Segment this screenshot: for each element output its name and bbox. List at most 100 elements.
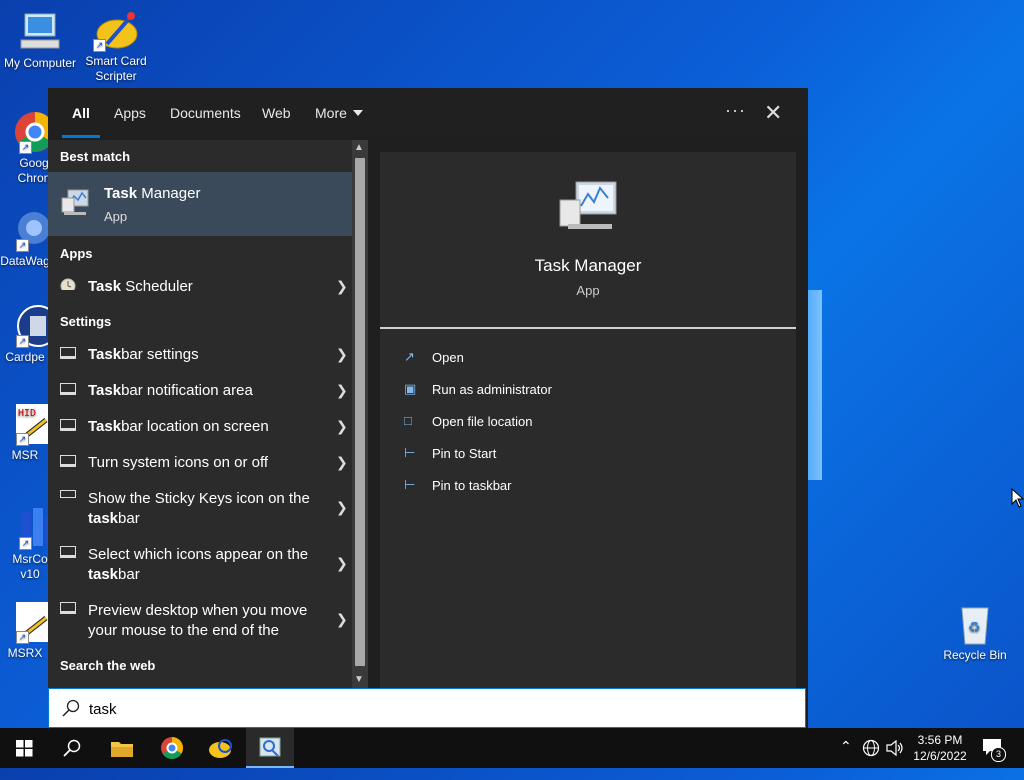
taskbar: ⌃ 3:56 PM 12/6/2022 3: [0, 728, 1024, 768]
open-icon: ↗: [404, 349, 415, 364]
chrome-icon: ↗: [5, 110, 55, 154]
volume-icon[interactable]: [886, 740, 904, 780]
section-search-web: Search the web: [60, 658, 156, 673]
tab-more[interactable]: More: [315, 105, 363, 121]
taskbar-file-explorer[interactable]: [98, 728, 146, 768]
action-label: Run as administrator: [432, 382, 552, 397]
search-tabs: All Apps Documents Web More ··· ✕: [48, 88, 808, 138]
result-label: Turn system icons on or off: [88, 454, 269, 471]
result-sticky-keys[interactable]: Show the Sticky Keys icon on the taskbar …: [48, 480, 352, 536]
best-match-title: Task Manager: [104, 185, 201, 202]
scroll-up-icon[interactable]: ▲: [354, 142, 364, 153]
chevron-right-icon[interactable]: ❯: [336, 346, 348, 363]
task-manager-large-icon: [559, 181, 617, 229]
chevron-right-icon[interactable]: ❯: [336, 382, 348, 399]
magnifier-app-icon: [259, 737, 281, 757]
taskbar-search-button[interactable]: [48, 728, 96, 768]
desktop-icon-datawag[interactable]: ↗ DataWag: [0, 208, 50, 269]
file-icon: □: [404, 413, 412, 428]
result-select-icons[interactable]: Select which icons appear on the taskbar …: [48, 536, 352, 592]
start-button[interactable]: [0, 728, 48, 768]
svg-text:HID: HID: [18, 408, 36, 419]
svg-text:♻: ♻: [968, 619, 981, 635]
tab-documents[interactable]: Documents: [170, 105, 241, 121]
result-taskbar-location[interactable]: Taskbar location on screen ❯: [48, 408, 352, 444]
desktop-icon-smart-card-scripter[interactable]: ↗ Smart Card Scripter: [76, 8, 156, 84]
action-pin-to-start[interactable]: ⊢ Pin to Start: [380, 439, 796, 469]
pin-icon: ⊢: [404, 477, 416, 492]
action-center-button[interactable]: 3: [982, 738, 1006, 762]
task-manager-icon: [61, 189, 89, 215]
scroll-down-icon[interactable]: ▼: [354, 674, 364, 685]
desktop-icon-msrx[interactable]: ↗ MSRX: [0, 600, 50, 661]
shortcut-arrow-icon: ↗: [19, 141, 32, 154]
settings-monitor-icon: [60, 347, 76, 359]
notification-count-badge: 3: [991, 747, 1006, 762]
settings-monitor-icon: [60, 383, 76, 395]
chevron-right-icon[interactable]: ❯: [336, 555, 348, 572]
scrollbar-thumb[interactable]: [355, 158, 365, 666]
result-task-scheduler[interactable]: Task Scheduler ❯: [48, 268, 352, 304]
action-label: Pin to Start: [432, 446, 497, 461]
best-match-item[interactable]: Task Manager App: [48, 172, 352, 236]
result-taskbar-settings[interactable]: Taskbar settings ❯: [48, 336, 352, 372]
shield-icon: ▣: [404, 381, 417, 396]
chevron-right-icon[interactable]: ❯: [336, 418, 348, 435]
desktop-icon-msr[interactable]: HID ↗ MSR: [0, 402, 50, 463]
result-system-icons[interactable]: Turn system icons on or off ❯: [48, 444, 352, 480]
result-label: Preview desktop when you move your mouse …: [88, 602, 308, 639]
chevron-right-icon[interactable]: ❯: [336, 499, 348, 516]
tab-all[interactable]: All: [72, 105, 90, 121]
action-label: Pin to taskbar: [432, 478, 512, 493]
shortcut-arrow-icon: ↗: [16, 433, 29, 446]
desktop-icon-label: DataWag: [0, 254, 50, 268]
desktop-icon-recycle-bin[interactable]: ♻ Recycle Bin: [935, 602, 1015, 663]
desktop-icon-my-computer[interactable]: My Computer: [0, 10, 80, 71]
action-open-file-location[interactable]: □ Open file location: [380, 407, 796, 437]
action-label: Open: [432, 350, 464, 365]
result-label: Taskbar settings: [88, 346, 199, 363]
more-options-button[interactable]: ···: [725, 100, 746, 121]
results-scrollbar[interactable]: ▲ ▼: [352, 140, 368, 688]
chevron-right-icon[interactable]: ❯: [336, 278, 348, 295]
chevron-right-icon[interactable]: ❯: [336, 454, 348, 471]
keyboard-icon: [60, 490, 76, 498]
settings-monitor-icon: [60, 602, 76, 614]
msr-icon: HID ↗: [2, 402, 48, 446]
detail-pane: Task Manager App ↗ Open ▣ Run as adminis…: [380, 152, 796, 688]
taskbar-clock[interactable]: 3:56 PM 12/6/2022: [906, 732, 974, 764]
desktop-icon-label: Goog Chron: [17, 156, 51, 185]
tab-web[interactable]: Web: [262, 105, 291, 121]
network-globe-icon[interactable]: [862, 739, 880, 779]
action-open[interactable]: ↗ Open: [380, 343, 796, 373]
shortcut-arrow-icon: ↗: [19, 537, 32, 550]
taskbar-app-card[interactable]: [196, 728, 244, 768]
close-button[interactable]: ✕: [764, 100, 782, 126]
action-label: Open file location: [432, 414, 533, 429]
desktop-icon-label: Recycle Bin: [943, 648, 1007, 662]
settings-monitor-icon: [60, 455, 76, 467]
desktop-icon-label: Smart Card Scripter: [85, 54, 147, 83]
desktop-icon-cardpe[interactable]: ↗ Cardpe: [0, 304, 59, 365]
show-hidden-icons-button[interactable]: ⌃: [840, 738, 852, 778]
section-settings: Settings: [60, 314, 112, 329]
section-best-match: Best match: [60, 149, 131, 164]
search-box[interactable]: [48, 688, 806, 728]
action-pin-to-taskbar[interactable]: ⊢ Pin to taskbar: [380, 471, 796, 501]
best-match-subtitle: App: [104, 209, 128, 224]
settings-monitor-icon: [60, 546, 76, 558]
taskbar-app-magnifier[interactable]: [246, 728, 294, 768]
search-input[interactable]: [87, 695, 791, 723]
taskbar-chrome[interactable]: [148, 728, 196, 768]
datawag-icon: ↗: [2, 208, 50, 252]
shortcut-arrow-icon: ↗: [16, 239, 29, 252]
result-preview-desktop[interactable]: Preview desktop when you move your mouse …: [48, 592, 352, 648]
chevron-right-icon[interactable]: ❯: [336, 611, 348, 628]
result-taskbar-notification-area[interactable]: Taskbar notification area ❯: [48, 372, 352, 408]
detail-divider: [380, 327, 796, 329]
mouse-cursor-icon: [1011, 488, 1024, 508]
action-run-as-admin[interactable]: ▣ Run as administrator: [380, 375, 796, 405]
cardpe-icon: ↗: [2, 304, 59, 348]
tab-apps[interactable]: Apps: [114, 105, 146, 121]
search-icon: [63, 739, 81, 757]
